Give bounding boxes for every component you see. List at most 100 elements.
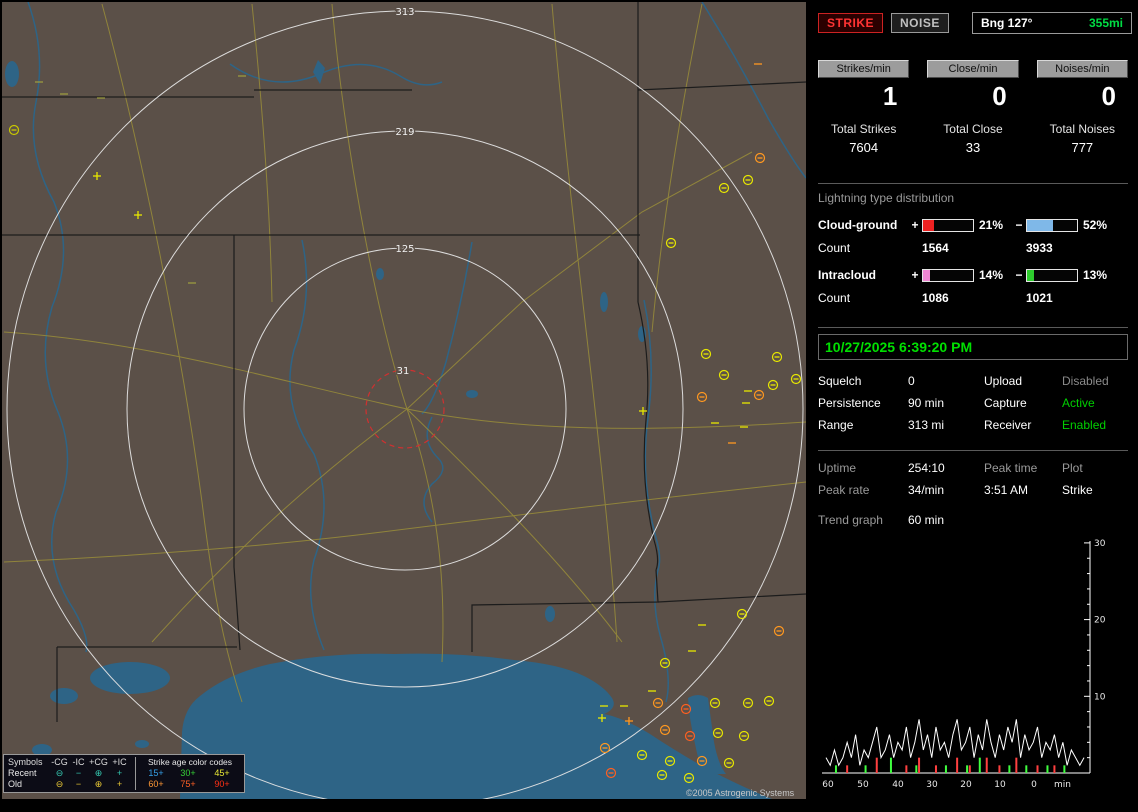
range-value: 355mi xyxy=(1088,16,1123,30)
pic-recent-icon: + xyxy=(116,768,123,778)
noise-mode-button[interactable]: NOISE xyxy=(891,13,949,33)
ring-distance-label: 313 xyxy=(395,7,414,18)
range-label: Range xyxy=(818,418,854,432)
peak-rate-label: Peak rate xyxy=(818,483,870,497)
cg-negative-bar xyxy=(1026,218,1078,232)
capture-label: Capture xyxy=(984,396,1027,410)
plot-mode-value: Strike xyxy=(1062,483,1093,497)
total-strikes-label: Total Strikes xyxy=(830,122,897,136)
strike-mode-button[interactable]: STRIKE xyxy=(818,13,884,33)
ic-negative-pct: 13% xyxy=(1083,268,1108,282)
svg-text:50: 50 xyxy=(857,780,869,790)
receiver-status: Enabled xyxy=(1062,418,1107,432)
separator xyxy=(818,183,1128,184)
svg-text:20: 20 xyxy=(1094,616,1106,626)
svg-text:10: 10 xyxy=(994,780,1006,790)
map-svg: 313 219 125 31 xyxy=(2,2,806,799)
close-per-min-button[interactable]: Close/min xyxy=(927,60,1019,78)
legend-col-ncg: -CG xyxy=(51,757,68,767)
strikes-per-min-value: 1 xyxy=(882,81,898,111)
ring-distance-label: 219 xyxy=(395,127,414,138)
map-legend: Symbols -CG -IC +CG +IC Strike age color… xyxy=(3,754,245,793)
close-column: Close/min 0 Total Close 33 xyxy=(927,60,1019,155)
total-noises-label: Total Noises xyxy=(1049,122,1116,136)
peak-time-label: Peak time xyxy=(984,461,1038,475)
noises-per-min-value: 0 xyxy=(1101,81,1116,111)
peak-time-value: 3:51 AM xyxy=(984,483,1029,497)
cg-negative-count: 3933 xyxy=(1026,241,1053,255)
ring-distance-label: 125 xyxy=(395,244,414,255)
legend-divider xyxy=(134,757,136,790)
cg-positive-count: 1564 xyxy=(922,241,949,255)
ic-positive-pct: 14% xyxy=(979,268,1004,282)
ic-negative-bar xyxy=(1026,268,1078,282)
age-60: 60+ xyxy=(148,779,164,789)
lightning-map-display[interactable]: 313 219 125 31 Symbols -CG -IC +CG +IC Stri… xyxy=(2,2,806,799)
nic-recent-icon: − xyxy=(75,768,82,778)
squelch-label: Squelch xyxy=(818,374,862,388)
mode-toolbar: STRIKE NOISE Bng 127° 355mi xyxy=(818,12,1136,34)
ic-positive-bar xyxy=(922,268,974,282)
distribution-title: Lightning type distribution xyxy=(818,191,955,205)
receiver-settings: Squelch 0 Upload Disabled Persistence 90… xyxy=(818,374,1136,432)
svg-text:30: 30 xyxy=(926,780,938,790)
session-stats: Uptime 254:10 Peak time Plot Peak rate 3… xyxy=(818,461,1136,497)
stats-panel: STRIKE NOISE Bng 127° 355mi Strikes/min … xyxy=(812,0,1136,812)
legend-col-pcg: +CG xyxy=(89,757,108,767)
noises-per-min-button[interactable]: Noises/min xyxy=(1036,60,1128,78)
nexstorm-window: 313 219 125 31 Symbols -CG -IC +CG +IC Stri… xyxy=(0,0,1138,812)
pcg-recent-icon: ⊕ xyxy=(94,768,103,778)
ic-positive-count: 1086 xyxy=(922,291,949,305)
count-label: Count xyxy=(818,291,851,305)
intracloud-row: Intracloud + 14% − 13% xyxy=(818,268,1136,282)
plus-sign: + xyxy=(911,218,919,232)
total-close-label: Total Close xyxy=(943,122,1003,136)
range-setting-value: 313 mi xyxy=(908,418,945,432)
close-per-min-value: 0 xyxy=(992,81,1007,111)
trend-graph: 30 20 10 60 50 40 30 20 10 0 min xyxy=(818,535,1122,793)
total-noises-value: 777 xyxy=(1071,140,1094,155)
receiver-label: Receiver xyxy=(984,418,1032,432)
minus-sign: − xyxy=(1015,218,1023,232)
age-15: 15+ xyxy=(148,768,164,778)
svg-text:min: min xyxy=(1054,780,1071,790)
total-close-value: 33 xyxy=(965,140,981,155)
trend-graph-label: Trend graph xyxy=(818,513,883,527)
strikes-per-min-button[interactable]: Strikes/min xyxy=(818,60,910,78)
count-label: Count xyxy=(818,241,851,255)
persistence-value: 90 min xyxy=(908,396,945,410)
persistence-label: Persistence xyxy=(818,396,881,410)
svg-text:10: 10 xyxy=(1094,692,1106,702)
legend-col-nic: -IC xyxy=(72,757,85,767)
intracloud-label: Intracloud xyxy=(818,268,877,282)
age-30: 30+ xyxy=(180,768,196,778)
copyright-text: ©2005 Astrogenic Systems xyxy=(686,788,795,798)
capture-status: Active xyxy=(1062,396,1095,410)
total-strikes-value: 7604 xyxy=(849,140,879,155)
ncg-recent-icon: ⊖ xyxy=(55,768,64,778)
ncg-old-icon: ⊖ xyxy=(55,779,64,789)
age-90: 90+ xyxy=(214,779,230,789)
timestamp-display: 10/27/2025 6:39:20 PM xyxy=(818,334,1128,360)
peak-rate-value: 34/min xyxy=(908,483,945,497)
age-45: 45+ xyxy=(214,768,230,778)
trend-window-value: 60 min xyxy=(908,513,945,527)
svg-text:40: 40 xyxy=(892,780,904,790)
svg-text:30: 30 xyxy=(1094,539,1106,549)
ic-negative-count: 1021 xyxy=(1026,291,1053,305)
nic-old-icon: − xyxy=(75,779,82,789)
upload-status: Disabled xyxy=(1062,374,1109,388)
svg-text:60: 60 xyxy=(822,780,834,790)
legend-row-old-label: Old xyxy=(8,779,23,789)
uptime-value: 254:10 xyxy=(908,461,945,475)
separator xyxy=(818,327,1128,328)
plot-label: Plot xyxy=(1062,461,1083,475)
ring-distance-label: 31 xyxy=(397,366,410,377)
legend-col-pic: +IC xyxy=(112,757,127,767)
cloud-ground-row: Cloud-ground + 21% − 52% xyxy=(818,218,1136,232)
noises-column: Noises/min 0 Total Noises 777 xyxy=(1036,60,1128,155)
pic-old-icon: + xyxy=(116,779,123,789)
cg-positive-pct: 21% xyxy=(979,218,1004,232)
intracloud-counts: Count 1086 1021 xyxy=(818,291,1136,305)
bearing-value: Bng 127° xyxy=(981,16,1033,30)
